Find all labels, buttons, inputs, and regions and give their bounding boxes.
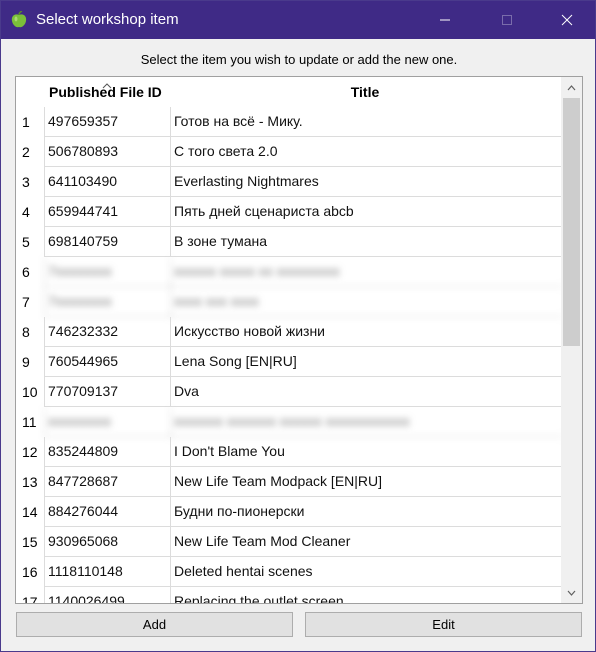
column-header-title[interactable]: Title <box>170 77 560 107</box>
table-row[interactable]: 5 698140759 В зоне тумана <box>16 227 564 257</box>
published-file-id-cell: 884276044 <box>44 497 173 527</box>
title-cell: Искусство новой жизни <box>170 317 564 347</box>
edit-button[interactable]: Edit <box>305 612 582 637</box>
published-file-id-cell: xxxxxxxxx <box>44 407 173 437</box>
table-row[interactable]: 3 641103490 Everlasting Nightmares <box>16 167 564 197</box>
chevron-up-icon <box>567 84 576 90</box>
title-cell: Dva <box>170 377 564 407</box>
table-row[interactable]: 14 884276044 Будни по-пионерски <box>16 497 564 527</box>
table-row[interactable]: 12 835244809 I Don't Blame You <box>16 437 564 467</box>
chevron-down-icon <box>567 590 576 596</box>
row-number: 2 <box>22 144 30 160</box>
title-cell: xxxx xxx xxxx <box>170 287 564 317</box>
table-row[interactable]: 9 760544965 Lena Song [EN|RU] <box>16 347 564 377</box>
published-file-id-cell: 641103490 <box>44 167 173 197</box>
sort-ascending-icon <box>102 77 112 94</box>
scrollbar-thumb[interactable] <box>563 98 580 346</box>
table-row[interactable]: 16 1118110148 Deleted hentai scenes <box>16 557 564 587</box>
table-row[interactable]: 2 506780893 С того света 2.0 <box>16 137 564 167</box>
row-number: 7 <box>22 294 30 310</box>
published-file-id-cell: 497659357 <box>44 107 173 137</box>
dialog-window: Select workshop item Select the item you… <box>0 0 596 652</box>
vertical-scrollbar[interactable] <box>561 77 582 603</box>
row-number: 16 <box>22 564 38 580</box>
row-number: 17 <box>22 594 38 604</box>
table-header: Published File ID Title <box>16 77 561 107</box>
published-file-id-cell: 1140026499 <box>44 587 173 603</box>
row-number: 9 <box>22 354 30 370</box>
window-title: Select workshop item <box>36 11 179 28</box>
table-row[interactable]: 8 746232332 Искусство новой жизни <box>16 317 564 347</box>
title-cell: xxxxxxx xxxxxxx xxxxxx xxxxxxxxxxxx <box>170 407 564 437</box>
published-file-id-cell: 7xxxxxxxx <box>44 257 173 287</box>
published-file-id-cell: 746232332 <box>44 317 173 347</box>
title-cell: Пять дней сценариста abcb <box>170 197 564 227</box>
table-row[interactable]: 11 xxxxxxxxx xxxxxxx xxxxxxx xxxxxx xxxxxx… <box>16 407 564 437</box>
row-number: 5 <box>22 234 30 250</box>
row-number: 12 <box>22 444 38 460</box>
title-cell: I Don't Blame You <box>170 437 564 467</box>
app-icon <box>10 10 28 29</box>
published-file-id-cell: 698140759 <box>44 227 173 257</box>
row-number: 4 <box>22 204 30 220</box>
column-header-title-label: Title <box>350 84 380 100</box>
table-row[interactable]: 13 847728687 New Life Team Modpack [EN|RU] <box>16 467 564 497</box>
row-number: 15 <box>22 534 38 550</box>
row-number: 6 <box>22 264 30 280</box>
scroll-down-button[interactable] <box>561 582 582 603</box>
row-number: 8 <box>22 324 30 340</box>
published-file-id-cell: 930965068 <box>44 527 173 557</box>
published-file-id-cell: 7xxxxxxxx <box>44 287 173 317</box>
title-bar[interactable]: Select workshop item <box>1 1 595 39</box>
title-cell: New Life Team Modpack [EN|RU] <box>170 467 564 497</box>
row-number: 11 <box>22 414 37 430</box>
row-number: 1 <box>22 114 30 130</box>
row-number: 3 <box>22 174 30 190</box>
instruction-text: Select the item you wish to update or ad… <box>140 52 458 67</box>
row-number: 10 <box>22 384 38 400</box>
close-button[interactable] <box>544 1 590 39</box>
published-file-id-cell: 506780893 <box>44 137 173 167</box>
maximize-button <box>484 1 530 39</box>
title-cell: С того света 2.0 <box>170 137 564 167</box>
maximize-icon <box>502 15 512 25</box>
published-file-id-cell: 760544965 <box>44 347 173 377</box>
row-number: 14 <box>22 504 38 520</box>
title-cell: Lena Song [EN|RU] <box>170 347 564 377</box>
table-row[interactable]: 6 7xxxxxxxx xxxxxx xxxxx xx xxxxxxxxx <box>16 257 564 287</box>
title-cell: Готов на всё - Мику. <box>170 107 564 137</box>
title-cell: В зоне тумана <box>170 227 564 257</box>
table-row[interactable]: 7 7xxxxxxxx xxxx xxx xxxx <box>16 287 564 317</box>
close-icon <box>561 14 573 26</box>
title-cell: New Life Team Mod Cleaner <box>170 527 564 557</box>
published-file-id-cell: 659944741 <box>44 197 173 227</box>
add-button[interactable]: Add <box>16 612 293 637</box>
title-cell: Replacing the outlet screen <box>170 587 564 603</box>
table-row[interactable]: 4 659944741 Пять дней сценариста abcb <box>16 197 564 227</box>
title-cell: Everlasting Nightmares <box>170 167 564 197</box>
table-row[interactable]: 1 497659357 Готов на всё - Мику. <box>16 107 564 137</box>
table-row[interactable]: 15 930965068 New Life Team Mod Cleaner <box>16 527 564 557</box>
workshop-items-table[interactable]: Published File ID Title 1 497659357 Готов … <box>15 76 583 604</box>
published-file-id-cell: 835244809 <box>44 437 173 467</box>
title-cell: Deleted hentai scenes <box>170 557 564 587</box>
minimize-button[interactable] <box>422 1 468 39</box>
table-row[interactable]: 17 1140026499 Replacing the outlet screen <box>16 587 564 604</box>
published-file-id-cell: 847728687 <box>44 467 173 497</box>
title-cell: xxxxxx xxxxx xx xxxxxxxxx <box>170 257 564 287</box>
published-file-id-cell: 1118110148 <box>44 557 173 587</box>
scroll-up-button[interactable] <box>561 77 582 98</box>
minimize-icon <box>440 19 450 21</box>
row-number: 13 <box>22 474 38 490</box>
table-row[interactable]: 10 770709137 Dva <box>16 377 564 407</box>
published-file-id-cell: 770709137 <box>44 377 173 407</box>
title-cell: Будни по-пионерски <box>170 497 564 527</box>
